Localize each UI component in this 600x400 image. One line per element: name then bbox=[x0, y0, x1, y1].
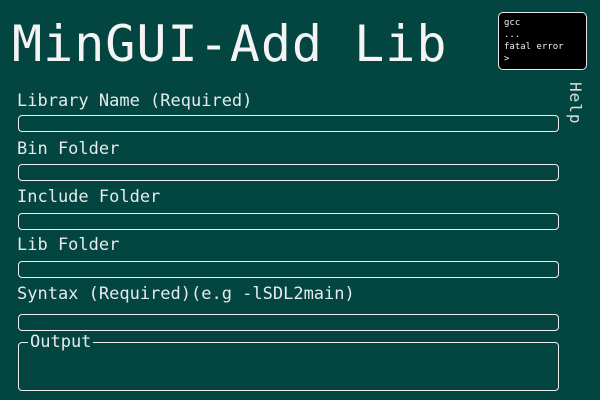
bin-folder-label: Bin Folder bbox=[17, 139, 120, 159]
lib-folder-label: Lib Folder bbox=[17, 235, 120, 255]
syntax-label: Syntax (Required)(e.g -lSDL2main) bbox=[17, 284, 355, 304]
terminal-line: gcc bbox=[504, 18, 521, 28]
lib-folder-input[interactable] bbox=[18, 261, 559, 278]
terminal-line: fatal error bbox=[504, 42, 564, 52]
library-name-input[interactable] bbox=[18, 115, 559, 132]
syntax-input[interactable] bbox=[18, 314, 559, 331]
terminal-prompt: > bbox=[504, 54, 510, 64]
help-button[interactable]: Help bbox=[566, 82, 585, 125]
output-box[interactable]: Output bbox=[18, 332, 559, 391]
include-folder-label: Include Folder bbox=[17, 187, 161, 207]
output-label: Output bbox=[28, 332, 94, 352]
library-name-label: Library Name (Required) bbox=[17, 91, 253, 111]
bin-folder-input[interactable] bbox=[18, 164, 559, 181]
include-folder-input[interactable] bbox=[18, 213, 559, 230]
terminal-line: ... bbox=[504, 30, 521, 40]
terminal-preview: gcc ... fatal error > bbox=[498, 12, 587, 70]
window-title: MinGUI-Add Lib bbox=[12, 15, 448, 73]
